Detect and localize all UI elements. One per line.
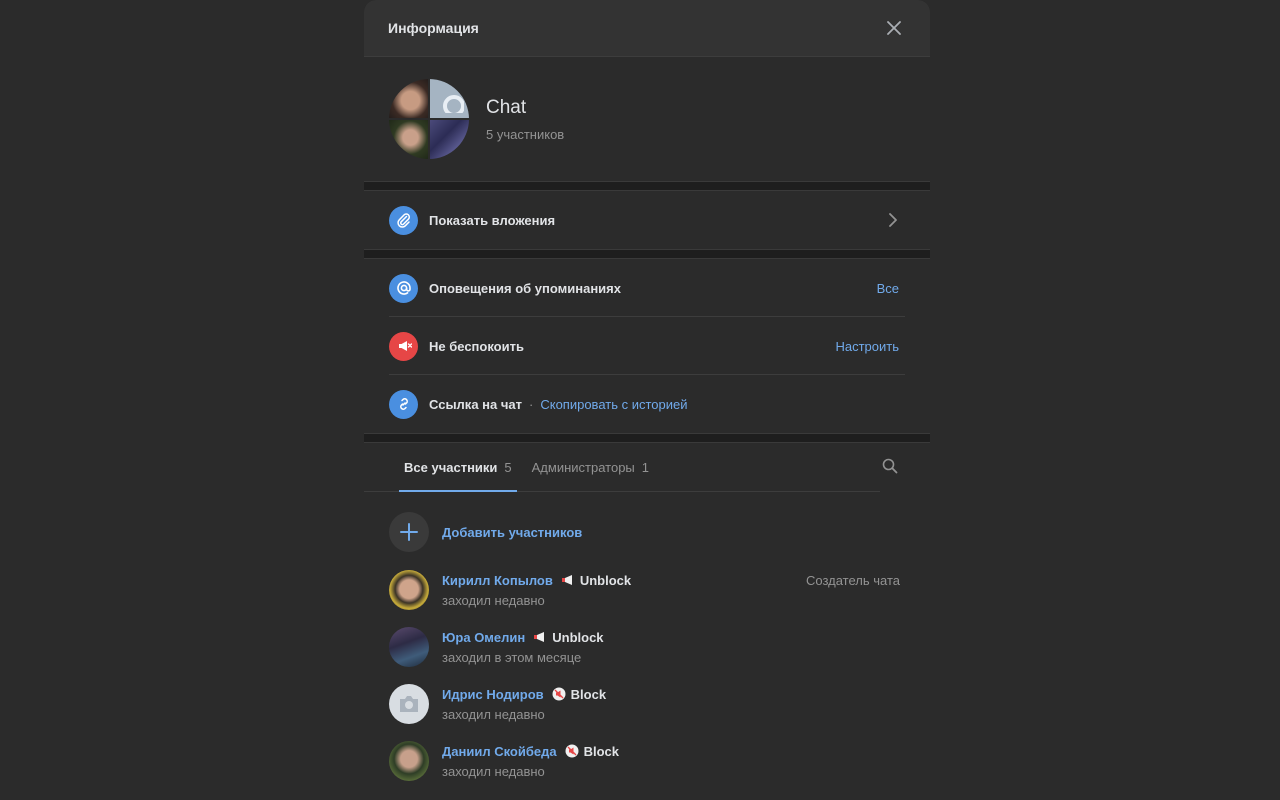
plus-icon <box>400 523 418 541</box>
tab-label: Все участники <box>404 460 498 475</box>
member-row: Даниил Скойбеда Block заходил недавно <box>364 732 930 789</box>
member-row: Юра Омелин Unblock заходил в этом месяце <box>364 618 930 675</box>
link-icon <box>389 389 418 419</box>
unblock-badge[interactable]: Unblock <box>533 629 604 645</box>
section-divider <box>364 433 930 443</box>
paperclip-icon <box>389 205 418 235</box>
unblock-badge[interactable]: Unblock <box>561 573 631 588</box>
member-name[interactable]: Кирилл Копылов <box>442 573 553 588</box>
chat-avatar[interactable] <box>389 79 469 159</box>
chevron-right-icon <box>889 213 897 227</box>
chat-info: Chat 5 участников <box>486 97 564 142</box>
megaphone-off-icon <box>389 331 418 361</box>
configure-link[interactable]: Настроить <box>835 339 899 354</box>
chat-link-label-group: Ссылка на чат · Скопировать с историей <box>429 397 905 412</box>
search-icon <box>882 458 898 474</box>
member-status: заходил недавно <box>442 706 545 722</box>
mentions-value[interactable]: Все <box>877 281 899 296</box>
avatar-quadrant <box>430 79 469 118</box>
close-button[interactable] <box>882 16 906 40</box>
section-divider <box>364 181 930 191</box>
avatar-quadrant <box>430 120 469 159</box>
member-name[interactable]: Юра Омелин <box>442 630 525 645</box>
member-name[interactable]: Идрис Нодиров <box>442 687 544 702</box>
chat-members-count: 5 участников <box>486 126 565 142</box>
chat-info-modal: Информация Chat 5 участников Показать вл… <box>364 0 930 800</box>
do-not-disturb-row[interactable]: Не беспокоить Настроить <box>364 317 930 375</box>
member-name[interactable]: Даниил Скойбеда <box>442 744 557 759</box>
mentions-label: Оповещения об упоминаниях <box>429 280 621 296</box>
members-tabs: Все участники 5 Администраторы 1 <box>364 443 930 492</box>
tab-administrators[interactable]: Администраторы 1 <box>527 443 654 492</box>
badge-label: Block <box>570 686 607 702</box>
mentions-row[interactable]: Оповещения об упоминаниях Все <box>364 259 930 317</box>
separator-dot: · <box>529 396 534 412</box>
camera-placeholder-icon <box>442 94 464 113</box>
member-info: Идрис Нодиров Block заходил недавно <box>442 686 905 722</box>
chat-header: Chat 5 участников <box>364 57 930 181</box>
avatar-quadrant <box>389 79 428 118</box>
mute-icon <box>552 687 566 701</box>
section-divider <box>364 249 930 259</box>
do-not-disturb-label: Не беспокоить <box>429 338 524 354</box>
megaphone-icon <box>534 632 545 642</box>
copy-with-history-link[interactable]: Скопировать с историей <box>540 397 687 412</box>
tab-label: Администраторы <box>531 460 635 475</box>
mute-icon <box>565 744 579 758</box>
tab-count: 5 <box>504 460 512 475</box>
block-badge[interactable]: Block <box>552 687 606 702</box>
badge-label: Unblock <box>579 572 632 588</box>
avatar[interactable] <box>389 683 429 724</box>
modal-header: Информация <box>364 0 930 57</box>
search-button[interactable] <box>882 458 898 479</box>
badge-label: Unblock <box>552 629 604 645</box>
at-icon <box>389 273 418 303</box>
chat-name: Chat <box>486 96 527 118</box>
member-top-line: Идрис Нодиров Block <box>442 686 905 703</box>
camera-placeholder-icon <box>400 695 418 712</box>
avatar-quadrant <box>389 120 428 159</box>
avatar[interactable] <box>389 626 429 667</box>
member-row: Кирилл Копылов Unblock заходил недавно С… <box>364 561 930 618</box>
member-role: Создатель чата <box>805 573 900 588</box>
member-row: Идрис Нодиров Block заходил недавно <box>364 675 930 732</box>
add-members-label: Добавить участников <box>442 524 583 540</box>
show-attachments-row[interactable]: Показать вложения <box>364 191 930 249</box>
tab-count: 1 <box>641 460 650 475</box>
close-icon <box>887 21 901 35</box>
member-top-line: Даниил Скойбеда Block <box>442 743 905 760</box>
member-info: Даниил Скойбеда Block заходил недавно <box>442 743 905 779</box>
show-attachments-label: Показать вложения <box>429 212 556 228</box>
member-status: заходил недавно <box>442 763 545 779</box>
member-info: Юра Омелин Unblock заходил в этом месяце <box>442 629 905 665</box>
member-status: заходил недавно <box>442 592 545 608</box>
chat-link-row: Ссылка на чат · Скопировать с историей <box>364 375 930 433</box>
modal-title: Информация <box>388 20 479 36</box>
add-members-button[interactable]: Добавить участников <box>364 503 930 561</box>
avatar[interactable] <box>389 569 429 610</box>
megaphone-icon <box>561 575 572 585</box>
member-top-line: Юра Омелин Unblock <box>442 629 905 646</box>
chat-link-label: Ссылка на чат <box>429 396 522 412</box>
block-badge[interactable]: Block <box>565 744 619 759</box>
tab-all-members[interactable]: Все участники 5 <box>399 443 517 492</box>
add-circle <box>389 512 429 552</box>
member-status: заходил в этом месяце <box>442 649 582 665</box>
avatar[interactable] <box>389 740 429 781</box>
badge-label: Block <box>583 743 620 759</box>
